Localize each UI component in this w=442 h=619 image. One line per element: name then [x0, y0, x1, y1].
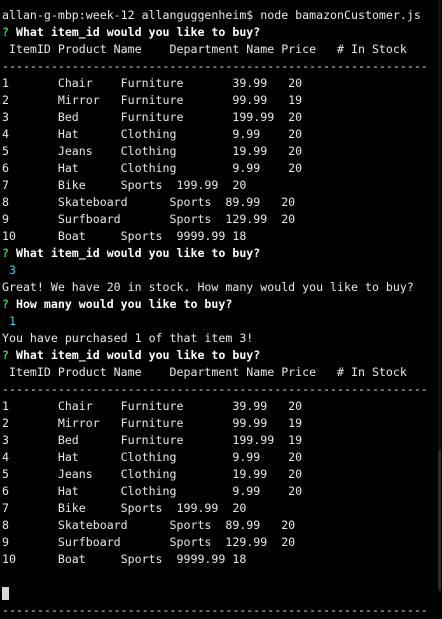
user-answer-quantity: 1	[2, 314, 16, 328]
stock-message: Great! We have 20 in stock. How many wou…	[2, 280, 414, 294]
scrollbar[interactable]	[438, 0, 441, 592]
prompt-text: How many would you like to buy?	[15, 297, 233, 311]
table-row: 5 Jeans Clothing 19.99 20	[2, 144, 303, 158]
prompt-text: What item_id would you like to buy?	[15, 25, 261, 39]
table-row: 3 Bed Furniture 199.99 19	[2, 433, 303, 447]
table-separator: ----------------------------------------…	[2, 382, 428, 396]
table-header: ItemID Product Name Department Name Pric…	[2, 42, 407, 56]
table-separator: ----------------------------------------…	[2, 59, 428, 73]
prompt-text: What item_id would you like to buy?	[15, 348, 261, 362]
table-header: ItemID Product Name Department Name Pric…	[2, 365, 407, 379]
table-row: 6 Hat Clothing 9.99 20	[2, 484, 303, 498]
prompt-question-mark: ?	[2, 246, 9, 260]
prompt-question-mark: ?	[2, 25, 9, 39]
table-row: 7 Bike Sports 199.99 20	[2, 178, 247, 192]
previous-output-line	[2, 0, 440, 7]
purchase-message: You have purchased 1 of that item 3!	[2, 331, 254, 345]
table-row: 2 Mirror Furniture 99.99 19	[2, 93, 303, 107]
prompt-question-mark: ?	[2, 348, 9, 362]
prompt-text: What item_id would you like to buy?	[15, 246, 261, 260]
table-row: 5 Jeans Clothing 19.99 20	[2, 467, 303, 481]
table-row: 6 Hat Clothing 9.99 20	[2, 161, 303, 175]
shell-command-line: allan-g-mbp:week-12 allanguggenheim$ nod…	[2, 8, 421, 22]
table-row: 7 Bike Sports 199.99 20	[2, 501, 247, 515]
user-answer-item: 3	[2, 263, 16, 277]
text-cursor	[2, 587, 9, 600]
item-id-prompt: ? What item_id would you like to buy?	[2, 245, 440, 262]
table-row: 3 Bed Furniture 199.99 20	[2, 110, 303, 124]
table-row: 8 Skateboard Sports 89.99 20	[2, 195, 296, 209]
table-row: 8 Skateboard Sports 89.99 20	[2, 518, 296, 532]
table-row: 1 Chair Furniture 39.99 20	[2, 399, 303, 413]
table-row: 9 Surfboard Sports 129.99 20	[2, 535, 296, 549]
table-row: 10 Boat Sports 9999.99 18	[2, 552, 247, 566]
table-row: 10 Boat Sports 9999.99 18	[2, 229, 247, 243]
input-line[interactable]	[2, 585, 440, 602]
table-row: 4 Hat Clothing 9.99 20	[2, 450, 303, 464]
item-id-prompt: ? What item_id would you like to buy?	[2, 24, 440, 41]
item-id-prompt: ? What item_id would you like to buy?	[2, 347, 440, 364]
table-row: 4 Hat Clothing 9.99 20	[2, 127, 303, 141]
table-row: 2 Mirror Furniture 99.99 19	[2, 416, 303, 430]
scrollbar-thumb[interactable]	[438, 450, 441, 590]
table-row: 9 Surfboard Sports 129.99 20	[2, 212, 296, 226]
prompt-question-mark: ?	[2, 297, 9, 311]
terminal-window[interactable]: allan-g-mbp:week-12 allanguggenheim$ nod…	[2, 0, 440, 619]
quantity-prompt: ? How many would you like to buy?	[2, 296, 440, 313]
table-separator: ----------------------------------------…	[2, 603, 428, 617]
table-row: 1 Chair Furniture 39.99 20	[2, 76, 303, 90]
